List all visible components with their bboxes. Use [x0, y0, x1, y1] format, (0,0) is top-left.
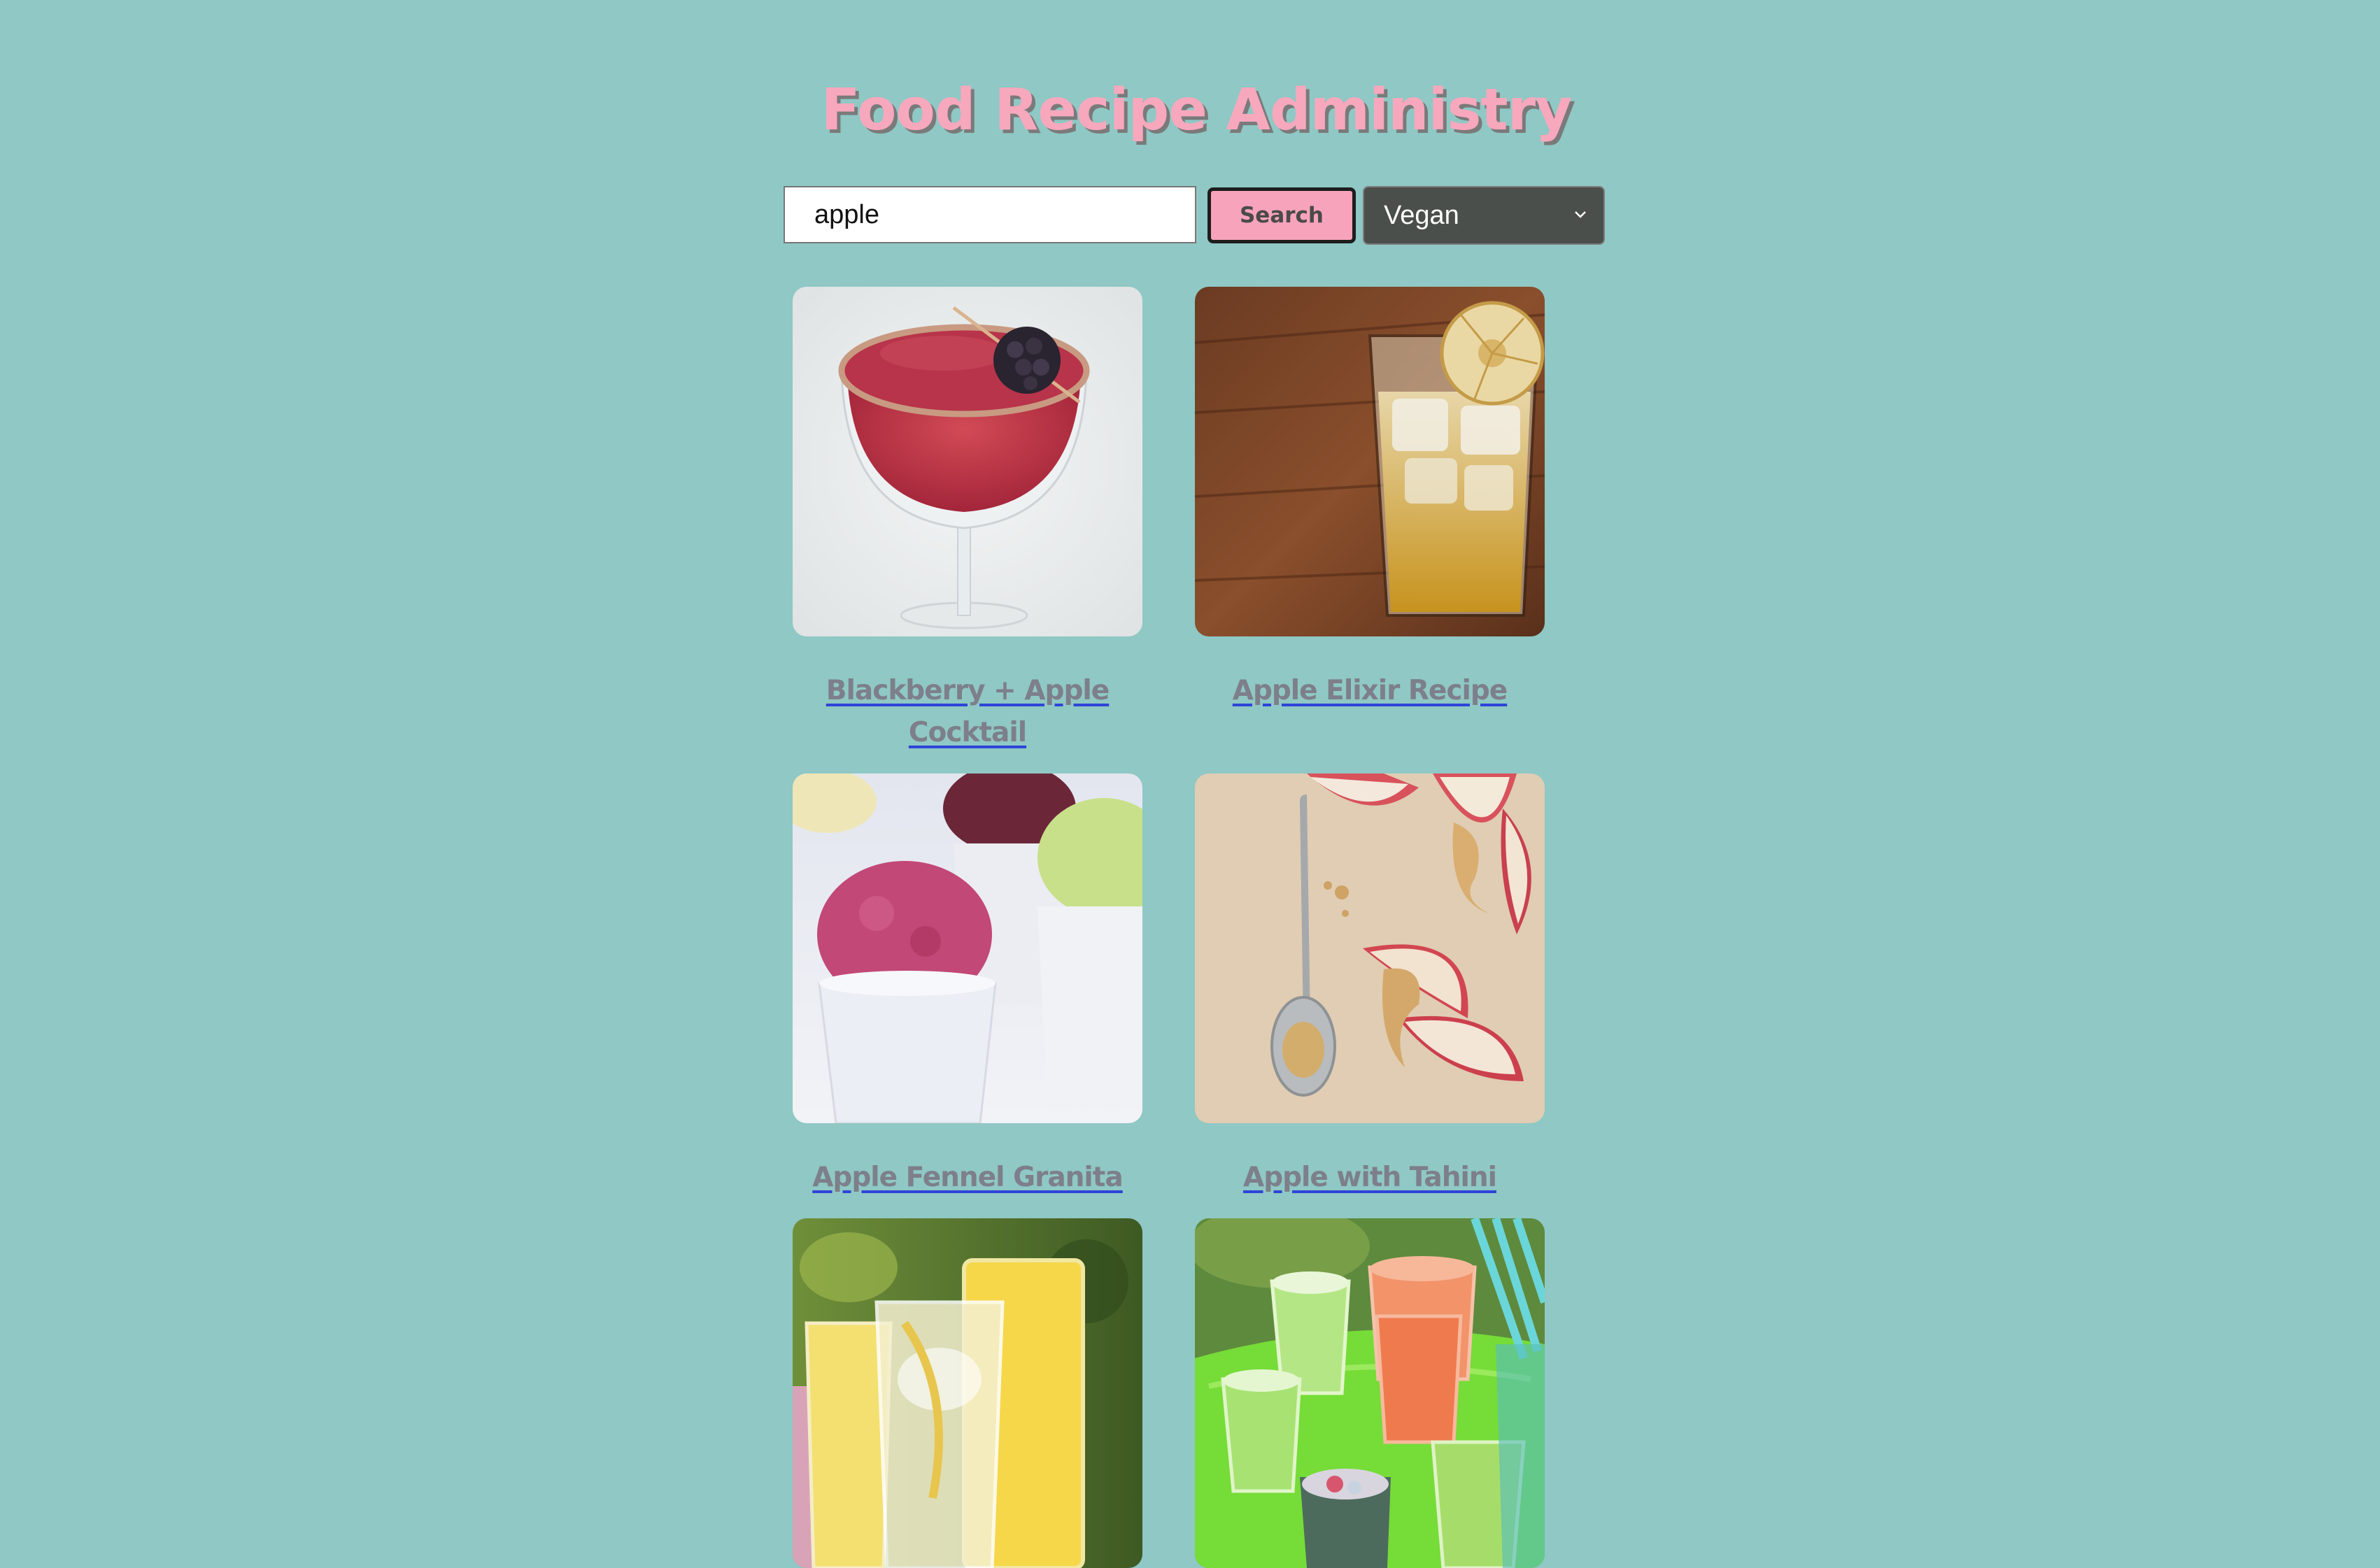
recipe-card[interactable]: Apple Fennel Granita: [793, 774, 1142, 1199]
diet-filter-select[interactable]: Vegan: [1363, 186, 1605, 245]
search-input[interactable]: [784, 186, 1196, 243]
recipe-image[interactable]: [1195, 287, 1545, 636]
recipe-title-link[interactable]: Apple with Tahini: [1195, 1157, 1545, 1199]
search-button[interactable]: Search: [1207, 187, 1356, 243]
recipe-card[interactable]: Apple with Tahini: [1195, 774, 1545, 1199]
page-title: Food Recipe Administry: [821, 77, 1572, 143]
recipe-card[interactable]: Blackberry + Apple Cocktail: [793, 287, 1142, 754]
recipe-image[interactable]: [793, 1218, 1142, 1568]
chevron-down-icon: [1575, 211, 1586, 218]
recipe-image[interactable]: [793, 287, 1142, 636]
recipe-card[interactable]: [1195, 1218, 1545, 1568]
recipe-title-link[interactable]: Apple Elixir Recipe: [1195, 670, 1545, 712]
recipe-card[interactable]: [793, 1218, 1142, 1568]
recipe-title-link[interactable]: Apple Fennel Granita: [793, 1157, 1142, 1199]
recipe-image[interactable]: [1195, 1218, 1545, 1568]
diet-filter-value: Vegan: [1384, 201, 1459, 230]
recipe-image[interactable]: [793, 774, 1142, 1123]
recipe-card[interactable]: Apple Elixir Recipe: [1195, 287, 1545, 712]
recipe-title-link[interactable]: Blackberry + Apple Cocktail: [793, 670, 1142, 754]
recipe-image[interactable]: [1195, 774, 1545, 1123]
